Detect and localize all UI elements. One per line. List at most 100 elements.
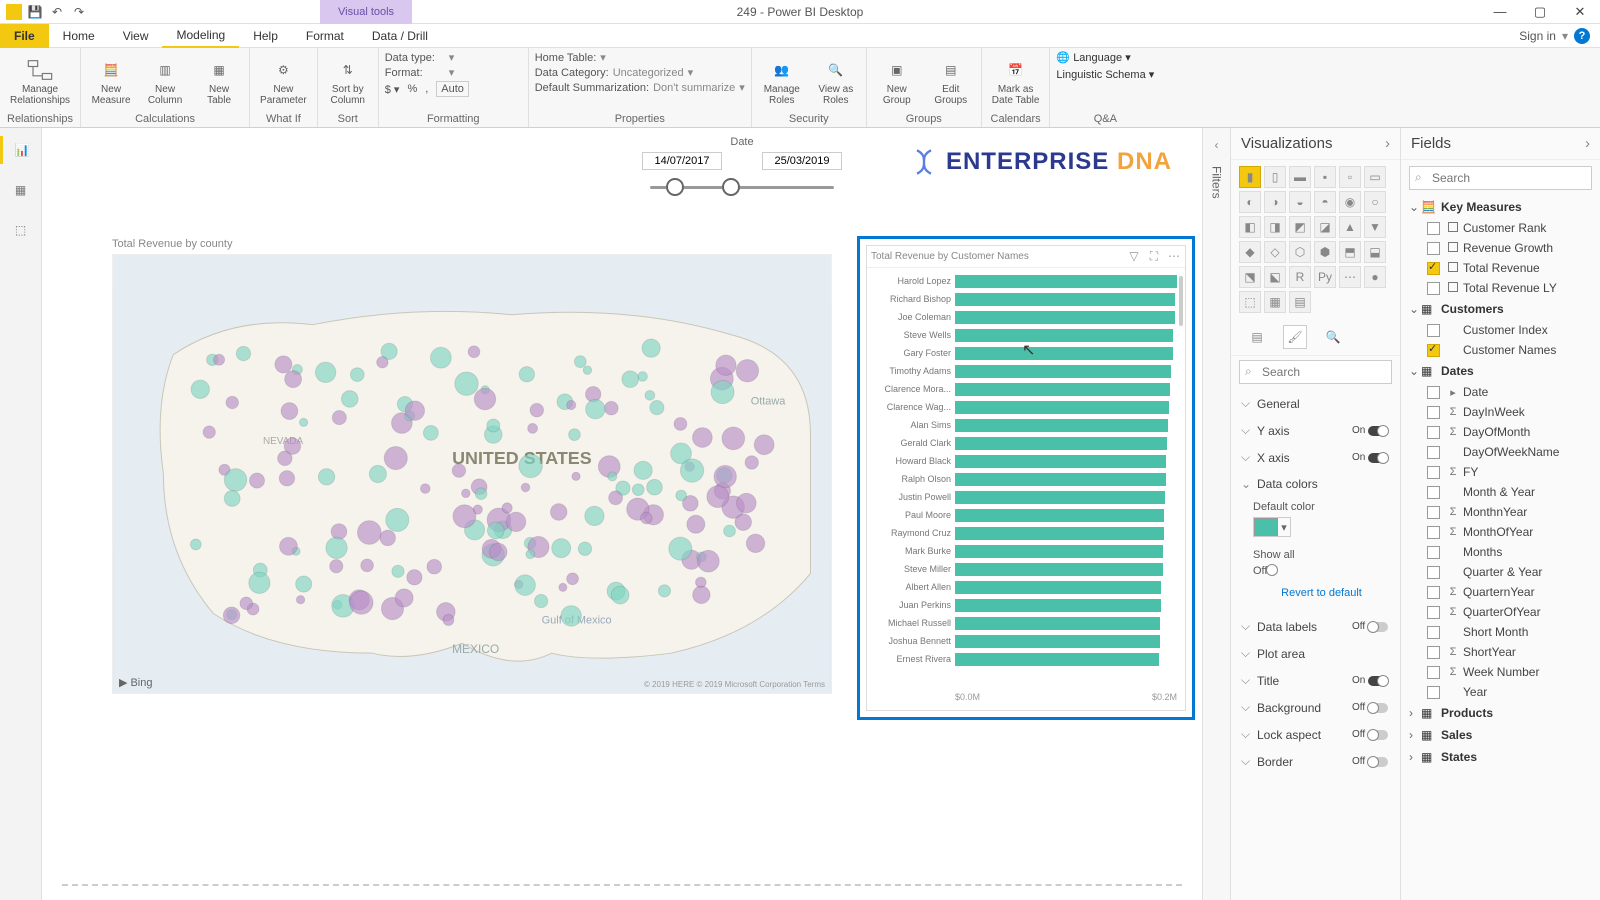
field-item[interactable]: ΣShortYear (1401, 642, 1600, 662)
data-view-icon[interactable]: ▦ (7, 176, 35, 204)
model-view-icon[interactable]: ⬚ (7, 216, 35, 244)
field-checkbox[interactable] (1427, 446, 1440, 459)
new-measure-button[interactable]: 🧮New Measure (87, 54, 135, 108)
format-tab-icon[interactable]: 🖌 (1283, 325, 1307, 349)
field-checkbox[interactable] (1427, 646, 1440, 659)
field-item[interactable]: Total Revenue LY (1401, 278, 1600, 298)
viz-type-icon[interactable]: Py (1314, 266, 1336, 288)
field-checkbox[interactable] (1427, 486, 1440, 499)
bar-row[interactable]: Timothy Adams (871, 362, 1177, 380)
fields-tab-icon[interactable]: ▤ (1245, 325, 1269, 349)
field-item[interactable]: Short Month (1401, 622, 1600, 642)
default-color-picker[interactable]: ▾ (1253, 517, 1291, 537)
viz-type-icon[interactable]: ◓ (1314, 191, 1336, 213)
map-visual[interactable]: Total Revenue by county UNITED STATES ME… (112, 238, 832, 698)
bar-row[interactable]: Howard Black (871, 452, 1177, 470)
linguistic-schema-dropdown[interactable]: Linguistic Schema ▾ (1056, 68, 1154, 81)
format-search-input[interactable] (1239, 360, 1392, 384)
report-canvas[interactable]: Date ENTERPRISE DNA Total Revenue by cou… (42, 128, 1202, 900)
viz-type-icon[interactable]: R (1289, 266, 1311, 288)
field-item[interactable]: Customer Names (1401, 340, 1600, 360)
toggle[interactable]: Off (1352, 702, 1390, 713)
bar-row[interactable]: Mark Burke (871, 542, 1177, 560)
field-item[interactable]: Customer Rank (1401, 218, 1600, 238)
slicer-handle-start[interactable] (666, 178, 684, 196)
field-item[interactable]: Revenue Growth (1401, 238, 1600, 258)
new-group-button[interactable]: ▣New Group (873, 54, 921, 108)
undo-icon[interactable]: ↶ (48, 3, 66, 21)
bar-row[interactable]: Clarence Mora... (871, 380, 1177, 398)
format-section-border[interactable]: ⌵BorderOff (1231, 748, 1400, 775)
collapse-viz-icon[interactable]: › (1385, 135, 1390, 152)
field-item[interactable]: ΣMonthOfYear (1401, 522, 1600, 542)
bar-row[interactable]: Michael Russell (871, 614, 1177, 632)
field-checkbox[interactable] (1427, 242, 1440, 255)
sign-in-link[interactable]: Sign in (1519, 29, 1556, 43)
tab-help[interactable]: Help (239, 24, 292, 48)
field-item[interactable]: ▸Date (1401, 382, 1600, 402)
field-checkbox[interactable] (1427, 324, 1440, 337)
field-table-dates[interactable]: ⌄▦Dates (1401, 360, 1600, 382)
field-item[interactable]: ΣFY (1401, 462, 1600, 482)
bar-row[interactable]: Albert Allen (871, 578, 1177, 596)
expand-filters-icon[interactable]: ‹ (1215, 138, 1219, 152)
filters-pane-collapsed[interactable]: ‹ Filters (1202, 128, 1230, 900)
slicer-end-input[interactable] (762, 152, 842, 170)
tab-home[interactable]: Home (49, 24, 109, 48)
field-item[interactable]: ΣDayInWeek (1401, 402, 1600, 422)
viz-type-icon[interactable]: ◨ (1264, 216, 1286, 238)
analytics-tab-icon[interactable]: 🔍 (1321, 325, 1345, 349)
more-options-icon[interactable]: ⋯ (1167, 249, 1181, 264)
fields-search-input[interactable] (1409, 166, 1592, 190)
redo-icon[interactable]: ↷ (70, 3, 88, 21)
minimize-button[interactable]: — (1480, 0, 1520, 24)
maximize-button[interactable]: ▢ (1520, 0, 1560, 24)
viz-type-icon[interactable]: ▼ (1364, 216, 1386, 238)
slicer-start-input[interactable] (642, 152, 722, 170)
toggle[interactable]: Off (1352, 756, 1390, 767)
sort-by-column-button[interactable]: ⇅Sort by Column (324, 54, 372, 108)
tab-data-drill[interactable]: Data / Drill (358, 24, 442, 48)
save-icon[interactable]: 💾 (26, 3, 44, 21)
field-table-sales[interactable]: ›▦Sales (1401, 724, 1600, 746)
field-checkbox[interactable] (1427, 686, 1440, 699)
field-checkbox[interactable] (1427, 566, 1440, 579)
currency-icon[interactable]: $ ▾ (385, 83, 400, 96)
toggle[interactable]: On (1352, 452, 1390, 463)
viz-type-icon[interactable]: ⬕ (1264, 266, 1286, 288)
viz-type-icon[interactable]: ▭ (1364, 166, 1386, 188)
edit-groups-button[interactable]: ▤Edit Groups (927, 54, 975, 108)
format-section-lock-aspect[interactable]: ⌵Lock aspectOff (1231, 721, 1400, 748)
field-table-states[interactable]: ›▦States (1401, 746, 1600, 768)
field-table-key-measures[interactable]: ⌄🧮Key Measures (1401, 196, 1600, 218)
tab-format[interactable]: Format (292, 24, 358, 48)
field-checkbox[interactable] (1427, 222, 1440, 235)
toggle[interactable]: On (1352, 675, 1390, 686)
revert-to-default-link[interactable]: Revert to default (1253, 581, 1390, 605)
viz-type-icon[interactable]: ▪ (1314, 166, 1336, 188)
viz-type-icon[interactable]: ▮ (1239, 166, 1261, 188)
viz-type-icon[interactable]: ▯ (1264, 166, 1286, 188)
format-section-title[interactable]: ⌵TitleOn (1231, 667, 1400, 694)
field-checkbox[interactable] (1427, 586, 1440, 599)
tab-file[interactable]: File (0, 24, 49, 48)
report-view-icon[interactable]: 📊 (0, 136, 41, 164)
field-table-products[interactable]: ›▦Products (1401, 702, 1600, 724)
bar-row[interactable]: Ernest Rivera (871, 650, 1177, 668)
field-checkbox[interactable] (1427, 426, 1440, 439)
field-item[interactable]: Customer Index (1401, 320, 1600, 340)
viz-type-icon[interactable]: ◪ (1314, 216, 1336, 238)
field-checkbox[interactable] (1427, 666, 1440, 679)
bar-row[interactable]: Ralph Olson (871, 470, 1177, 488)
date-slicer[interactable]: Date (642, 136, 842, 204)
viz-type-icon[interactable]: ▬ (1289, 166, 1311, 188)
format-section-data-labels[interactable]: ⌵Data labelsOff (1231, 613, 1400, 640)
help-icon[interactable]: ? (1574, 28, 1590, 44)
viz-type-icon[interactable]: ⬔ (1239, 266, 1261, 288)
format-section-general[interactable]: ⌵General (1231, 390, 1400, 417)
bar-chart-visual[interactable]: Total Revenue by Customer Names ▽ ⛶ ⋯ Ha… (857, 236, 1195, 720)
bar-row[interactable]: Paul Moore (871, 506, 1177, 524)
focus-mode-icon[interactable]: ⛶ (1147, 249, 1161, 264)
field-item[interactable]: Total Revenue (1401, 258, 1600, 278)
mark-date-table-button[interactable]: 📅Mark as Date Table (988, 54, 1044, 108)
